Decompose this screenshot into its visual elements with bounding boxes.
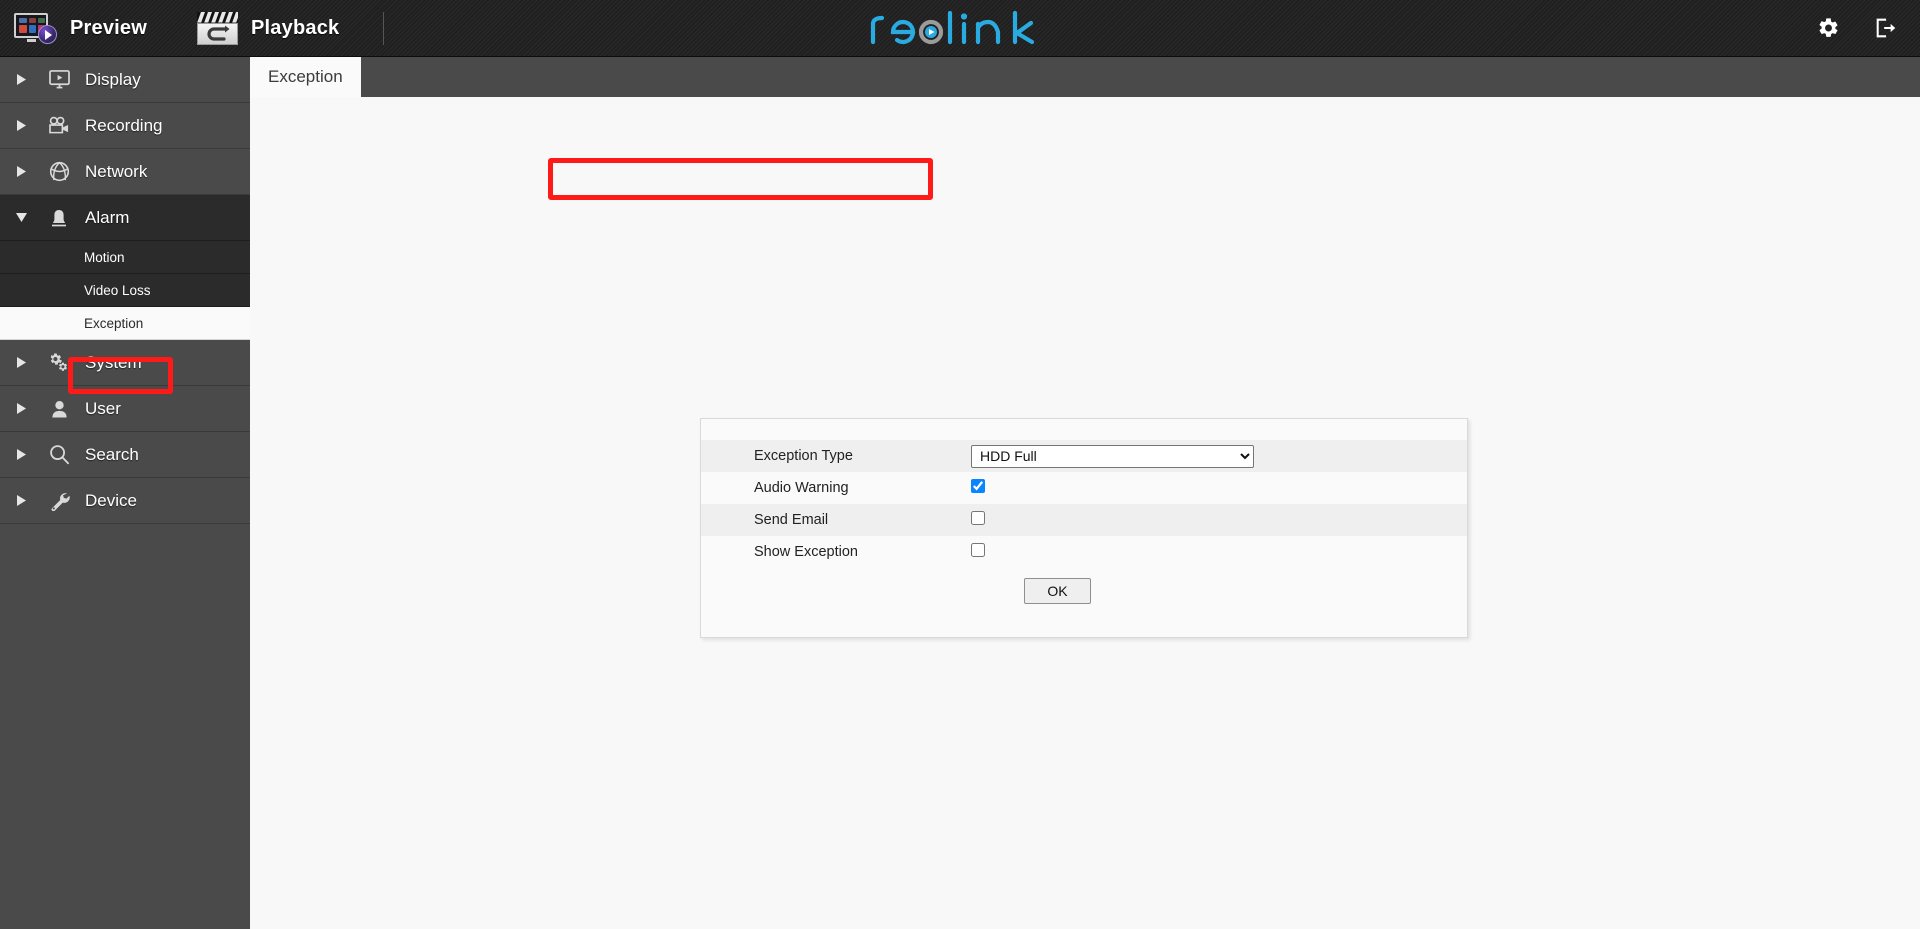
send-email-label: Send Email <box>754 512 829 528</box>
chevron-right-icon <box>0 403 42 414</box>
sidebar-subitem-motion-label: Motion <box>84 249 125 265</box>
header-divider <box>383 11 385 45</box>
sidebar: Display Recording Network Alarm Motion V… <box>0 57 250 929</box>
wrench-icon <box>42 490 76 511</box>
camcorder-icon <box>42 116 76 135</box>
form-row-send-email: Send Email <box>701 504 1467 536</box>
chevron-down-icon <box>0 213 42 222</box>
sidebar-item-recording[interactable]: Recording <box>0 103 250 149</box>
chevron-right-icon <box>0 74 42 85</box>
show-exception-control <box>971 543 1467 561</box>
sidebar-empty-space <box>0 524 250 929</box>
header-actions <box>1817 17 1898 40</box>
header-nav: Preview Playback <box>0 0 385 57</box>
send-email-control <box>971 511 1467 529</box>
person-icon <box>42 399 76 419</box>
audio-warning-checkbox[interactable] <box>971 479 985 493</box>
logout-icon[interactable] <box>1874 17 1898 40</box>
exception-type-label: Exception Type <box>754 448 853 464</box>
sidebar-subitem-motion[interactable]: Motion <box>0 241 250 274</box>
reolink-logo <box>865 8 1055 48</box>
sidebar-subitem-video-loss[interactable]: Video Loss <box>0 274 250 307</box>
show-exception-checkbox[interactable] <box>971 543 985 557</box>
gear-icon[interactable] <box>1817 17 1840 40</box>
exception-settings-panel: Exception Type HDD Full Audio Warning Se… <box>700 418 1468 638</box>
show-exception-label: Show Exception <box>754 544 858 560</box>
clapperboard-playback-icon <box>197 11 239 45</box>
sidebar-item-alarm[interactable]: Alarm <box>0 195 250 241</box>
content-area: Exception Exception Type HDD Full Audio … <box>250 57 1920 929</box>
bell-icon <box>42 208 76 228</box>
sidebar-item-network[interactable]: Network <box>0 149 250 195</box>
content-tabbar: Exception <box>250 57 1920 97</box>
annotation-audio-warning <box>548 158 933 200</box>
form-row-exception-type: Exception Type HDD Full <box>701 440 1467 472</box>
app-header: Preview Playback <box>0 0 1920 57</box>
header-tab-playback[interactable]: Playback <box>175 0 367 57</box>
sidebar-item-display-label: Display <box>85 69 141 89</box>
gears-icon <box>42 352 76 373</box>
sidebar-item-user-label: User <box>85 398 121 418</box>
header-tab-preview-label: Preview <box>70 16 148 39</box>
header-tab-playback-label: Playback <box>251 16 340 39</box>
sidebar-subitem-video-loss-label: Video Loss <box>84 282 151 298</box>
sidebar-item-device[interactable]: Device <box>0 478 250 524</box>
globe-icon <box>42 161 76 182</box>
sidebar-subitem-exception[interactable]: Exception <box>0 307 250 340</box>
monitor-preview-icon <box>14 12 57 44</box>
chevron-right-icon <box>0 449 42 460</box>
sidebar-item-user[interactable]: User <box>0 386 250 432</box>
sidebar-subitem-exception-label: Exception <box>84 315 144 331</box>
display-icon <box>42 70 76 89</box>
tab-exception-label: Exception <box>268 67 343 86</box>
chevron-right-icon <box>0 166 42 177</box>
tab-exception[interactable]: Exception <box>250 57 361 97</box>
panel-actions: OK <box>701 568 1467 604</box>
panel-top-spacer <box>701 419 1467 440</box>
header-tab-preview[interactable]: Preview <box>0 0 175 57</box>
chevron-right-icon <box>0 357 42 368</box>
sidebar-item-device-label: Device <box>85 490 137 510</box>
sidebar-item-alarm-label: Alarm <box>85 207 130 227</box>
exception-type-select[interactable]: HDD Full <box>971 444 1254 468</box>
sidebar-item-display[interactable]: Display <box>0 57 250 103</box>
ok-button[interactable]: OK <box>1024 578 1091 604</box>
exception-type-control: HDD Full <box>971 444 1467 468</box>
sidebar-item-search[interactable]: Search <box>0 432 250 478</box>
chevron-right-icon <box>0 120 42 131</box>
sidebar-item-system[interactable]: System <box>0 340 250 386</box>
sidebar-item-system-label: System <box>85 352 142 372</box>
form-row-show-exception: Show Exception <box>701 536 1467 568</box>
app-body: Display Recording Network Alarm Motion V… <box>0 57 1920 929</box>
form-row-audio-warning: Audio Warning <box>701 472 1467 504</box>
magnifier-icon <box>42 444 76 465</box>
panel-bottom-spacer <box>701 604 1467 637</box>
sidebar-item-search-label: Search <box>85 444 139 464</box>
chevron-right-icon <box>0 495 42 506</box>
sidebar-item-network-label: Network <box>85 161 148 181</box>
sidebar-item-recording-label: Recording <box>85 115 163 135</box>
audio-warning-control <box>971 479 1467 497</box>
send-email-checkbox[interactable] <box>971 511 985 525</box>
audio-warning-label: Audio Warning <box>754 480 849 496</box>
